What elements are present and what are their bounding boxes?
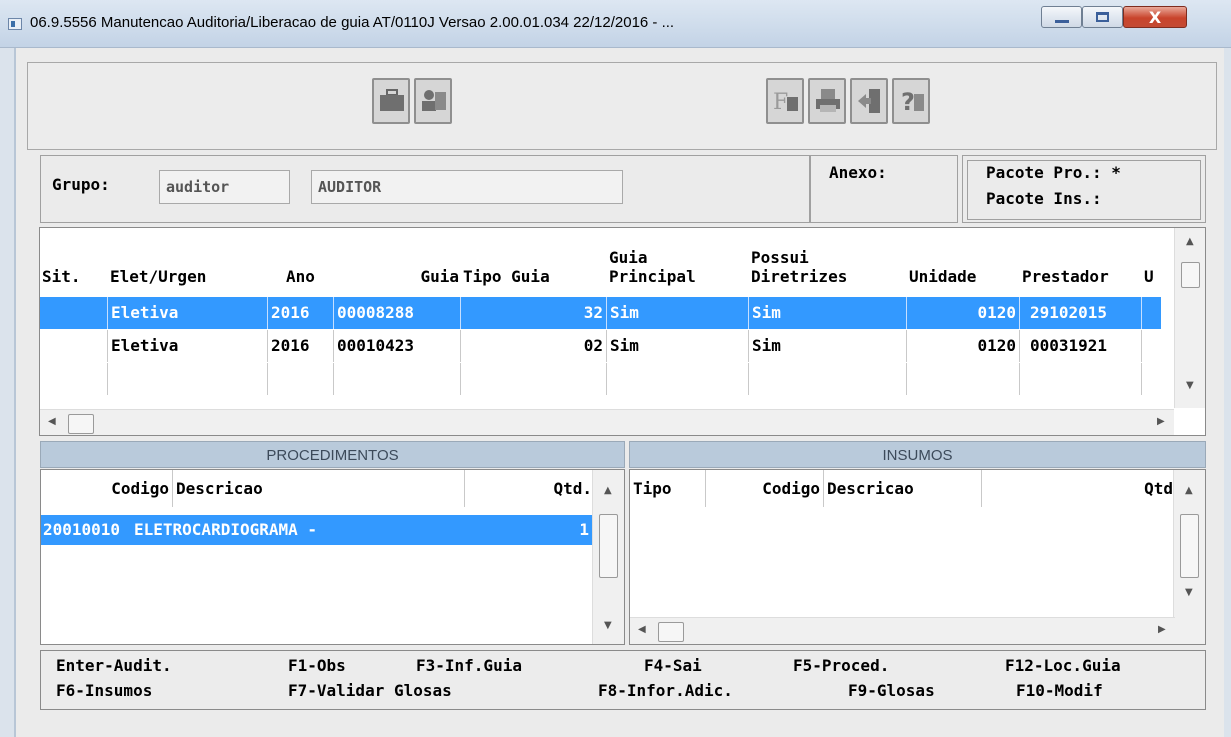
window-title: 06.9.5556 Manutencao Auditoria/Liberacao… (30, 14, 675, 31)
scroll-thumb[interactable] (1180, 514, 1199, 578)
column-header-qtd[interactable]: Qtd (982, 470, 1176, 507)
insumos-table[interactable]: Tipo Codigo Descricao Qtd ▲ ▼ ◀ ▶ (629, 469, 1206, 645)
scroll-down-icon[interactable]: ▼ (1185, 587, 1193, 598)
briefcase-icon (380, 89, 404, 111)
briefcase-button[interactable] (372, 78, 410, 124)
key-f7-validar-glosas[interactable]: F7-Validar Glosas (288, 681, 452, 700)
close-icon: X (1148, 8, 1162, 27)
scroll-down-icon[interactable]: ▼ (1186, 380, 1194, 391)
font-icon: F (773, 90, 798, 114)
scroll-up-icon[interactable]: ▲ (1185, 485, 1193, 496)
key-f8-infor-adic[interactable]: F8-Infor.Adic. (598, 681, 733, 700)
column-header-possui-diretrizes[interactable]: Possui Diretrizes (749, 228, 908, 296)
insumos-horizontal-scrollbar[interactable]: ◀ ▶ (630, 617, 1175, 644)
scroll-thumb[interactable] (68, 414, 94, 434)
guides-table[interactable]: Sit. Elet/Urgen Ano Guia Tipo Guia Guia … (39, 227, 1206, 436)
guides-vertical-scrollbar[interactable]: ▲ ▼ (1174, 228, 1205, 408)
column-header-tipo[interactable]: Tipo (630, 470, 706, 507)
font-button[interactable]: F (766, 78, 804, 124)
procedimentos-vertical-scrollbar[interactable]: ▲ ▼ (592, 470, 624, 644)
scroll-left-icon[interactable]: ◀ (48, 416, 56, 427)
column-header-guia[interactable]: Guia (334, 228, 462, 296)
close-button[interactable]: X (1123, 6, 1187, 28)
svg-text:F: F (773, 90, 788, 114)
key-f1-obs[interactable]: F1-Obs (288, 656, 346, 675)
column-header-tipo-guia[interactable]: Tipo Guia (461, 228, 608, 296)
scroll-left-icon[interactable]: ◀ (638, 624, 646, 635)
svg-text:?: ? (901, 88, 915, 114)
procedimentos-table[interactable]: Codigo Descricao Qtd. 20010010 ELETROCAR… (40, 469, 625, 645)
group-label: Grupo: (52, 175, 110, 194)
group-name-field[interactable]: AUDITOR (311, 170, 623, 204)
guides-horizontal-scrollbar[interactable]: ◀ ▶ (40, 409, 1174, 435)
column-header-prestador[interactable]: Prestador (1020, 228, 1143, 296)
column-header-ano[interactable]: Ano (268, 228, 335, 296)
scroll-right-icon[interactable]: ▶ (1157, 416, 1165, 427)
pacote-pro-label: Pacote Pro.: * (986, 163, 1121, 182)
help-icon: ? (901, 88, 924, 114)
column-header-descricao[interactable]: Descricao (173, 470, 465, 507)
function-keys-bar: Enter-Audit. F1-Obs F3-Inf.Guia F4-Sai F… (40, 650, 1206, 710)
key-enter-audit[interactable]: Enter-Audit. (56, 656, 172, 675)
column-header-u[interactable]: U (1142, 228, 1172, 296)
exit-button[interactable] (850, 78, 888, 124)
scroll-down-icon[interactable]: ▼ (604, 620, 612, 631)
app-system-icon[interactable] (8, 18, 22, 30)
column-header-guia-principal[interactable]: Guia Principal (607, 228, 750, 296)
group-code-field[interactable]: auditor (159, 170, 290, 204)
user-card-button[interactable] (414, 78, 452, 124)
procedimentos-title: PROCEDIMENTOS (40, 441, 625, 468)
scroll-thumb[interactable] (1181, 262, 1200, 288)
key-f10-modif[interactable]: F10-Modif (1016, 681, 1103, 700)
insumos-title: INSUMOS (629, 441, 1206, 468)
print-button[interactable] (808, 78, 846, 124)
maximize-button[interactable] (1082, 6, 1123, 28)
insumos-vertical-scrollbar[interactable]: ▲ ▼ (1173, 470, 1205, 644)
column-header-descricao[interactable]: Descricao (824, 470, 982, 507)
user-card-icon (422, 90, 446, 111)
toolbar (27, 62, 1217, 150)
column-header-codigo[interactable]: Codigo (41, 470, 173, 507)
scroll-thumb[interactable] (658, 622, 684, 642)
scroll-up-icon[interactable]: ▲ (1186, 236, 1194, 247)
table-row[interactable]: 20010010 ELETROCARDIOGRAMA - 1 (41, 515, 595, 545)
print-icon (816, 89, 840, 112)
key-f12-loc-guia[interactable]: F12-Loc.Guia (1005, 656, 1121, 675)
scroll-up-icon[interactable]: ▲ (604, 485, 612, 496)
pacote-ins-label: Pacote Ins.: (986, 189, 1102, 208)
column-header-sit[interactable]: Sit. (40, 228, 109, 296)
minimize-button[interactable] (1041, 6, 1082, 28)
scroll-right-icon[interactable]: ▶ (1158, 624, 1166, 635)
column-header-unidade[interactable]: Unidade (907, 228, 1021, 296)
table-row[interactable]: Eletiva 2016 00010423 02 Sim Sim 0120 00… (40, 330, 1161, 362)
anexo-label: Anexo: (829, 163, 887, 182)
key-f5-proced[interactable]: F5-Proced. (793, 656, 889, 675)
help-button[interactable]: ? (892, 78, 930, 124)
scroll-thumb[interactable] (599, 514, 618, 578)
key-f4-sai[interactable]: F4-Sai (644, 656, 702, 675)
key-f9-glosas[interactable]: F9-Glosas (848, 681, 935, 700)
column-header-codigo[interactable]: Codigo (706, 470, 824, 507)
table-row[interactable]: Eletiva 2016 00008288 32 Sim Sim 0120 29… (40, 297, 1161, 329)
table-row-empty[interactable] (40, 363, 1161, 395)
column-header-qtd[interactable]: Qtd. (465, 470, 595, 507)
exit-door-icon (858, 89, 880, 113)
key-f6-insumos[interactable]: F6-Insumos (56, 681, 152, 700)
column-header-elet-urgen[interactable]: Elet/Urgen (108, 228, 269, 296)
key-f3-inf-guia[interactable]: F3-Inf.Guia (416, 656, 522, 675)
